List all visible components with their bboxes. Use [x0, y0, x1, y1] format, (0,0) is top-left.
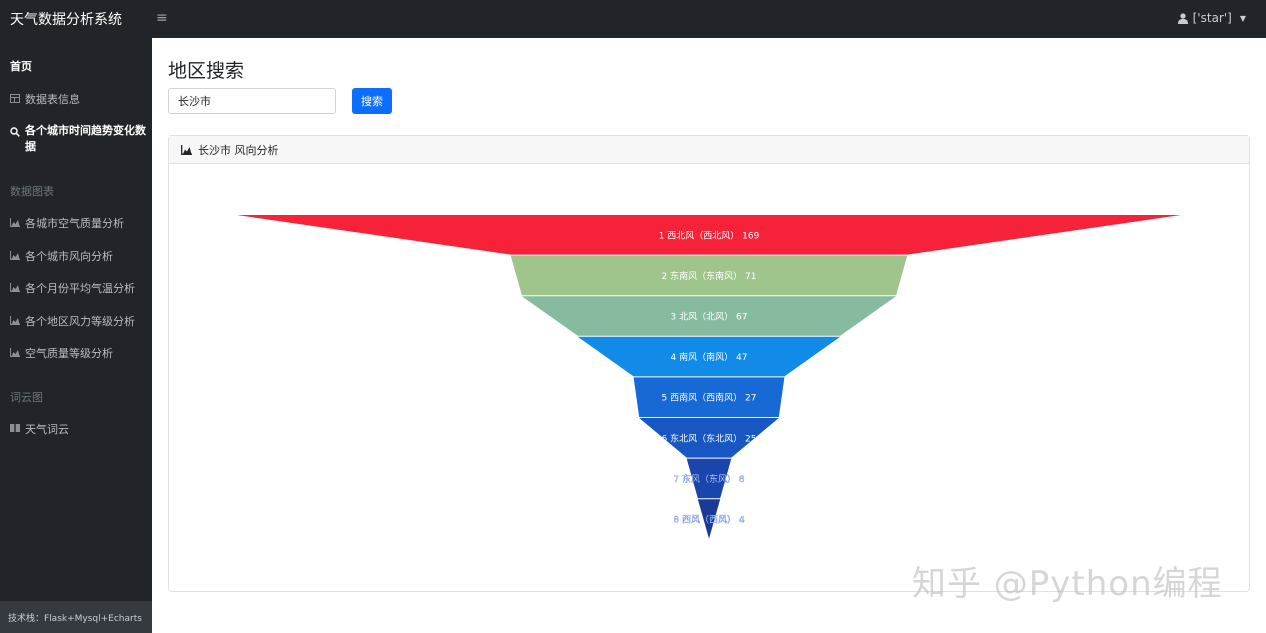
sidebar-item-table-info[interactable]: 数据表信息 [10, 91, 146, 107]
sidebar-item-label: 各个城市风向分析 [25, 250, 113, 263]
funnel-label: 8 西风（西风） 4 [673, 515, 744, 526]
funnel-label: 2 东南风（东南风） 71 [662, 270, 757, 282]
chart-area-icon [10, 216, 20, 228]
top-navbar: 天气数据分析系统 ≡ ['star'] ▼ [0, 0, 1266, 38]
sidebar-item-label: 各个地区风力等级分析 [25, 315, 135, 328]
section-heading-wordcloud: 词云图 [10, 391, 43, 404]
funnel-chart: 1 西北风（西北风） 169 2 东南风（东南风） 71 3 北风（北风） 67 4 … [237, 215, 1181, 539]
card-body: 1 西北风（西北风） 169 2 东南风（东南风） 71 3 北风（北风） 67 4 … [169, 164, 1249, 591]
funnel-label: 4 南风（南风） 47 [671, 351, 748, 363]
sidebar-item-label: 各城市空气质量分析 [25, 217, 124, 230]
user-name: ['star'] [1192, 11, 1232, 25]
funnel-label: 1 西北风（西北风） 169 [659, 230, 760, 241]
sidebar-item-aqi-level[interactable]: 空气质量等级分析 [10, 345, 146, 361]
chart-area-icon [10, 314, 20, 326]
book-icon [10, 422, 20, 434]
search-icon [10, 126, 20, 138]
sidebar-item-label: 各个月份平均气温分析 [25, 282, 135, 295]
sidebar-item-city-trend[interactable]: 各个城市时间趋势变化数据 [10, 123, 146, 155]
table-icon [10, 92, 20, 104]
sidebar-item-weather-cloud[interactable]: 天气词云 [10, 421, 146, 437]
funnel-label: 7 东风（东风） 8 [673, 473, 744, 485]
sidebar-item-label: 各个城市时间趋势变化数据 [25, 124, 146, 153]
card-title: 长沙市 风向分析 [198, 143, 279, 157]
caret-down-icon: ▼ [1239, 13, 1246, 23]
sidebar-item-air-quality[interactable]: 各城市空气质量分析 [10, 215, 146, 231]
funnel-label: 5 西南风（西南风） 27 [662, 392, 757, 404]
user-icon [1177, 12, 1188, 24]
chart-card: 长沙市 风向分析 1 西北风（西北风） 169 2 东南风（东南风） 71 3 北风… [168, 135, 1250, 592]
sidebar-item-label: 空气质量等级分析 [25, 347, 113, 360]
search-button[interactable]: 搜索 [352, 88, 392, 114]
sidebar-item-wind-direction[interactable]: 各个城市风向分析 [10, 248, 146, 264]
sidebar-item-home[interactable]: 首页 [10, 58, 146, 74]
page-title: 地区搜索 [168, 60, 245, 82]
chart-area-icon [10, 249, 20, 261]
sidebar: 首页 数据表信息 各个城市时间趋势变化数据 数据图表 各城市空气质量分析 各个城… [0, 38, 152, 633]
menu-toggle-icon[interactable]: ≡ [156, 10, 168, 26]
sidebar-item-label: 数据表信息 [25, 93, 80, 106]
funnel-label: 3 北风（北风） 67 [671, 312, 748, 323]
chart-area-icon [181, 144, 192, 155]
sidebar-item-label: 首页 [10, 60, 32, 73]
sidebar-item-label: 天气词云 [25, 423, 69, 436]
chart-area-icon [10, 346, 20, 358]
card-header: 长沙市 风向分析 [169, 136, 1249, 164]
search-input[interactable] [168, 88, 336, 114]
sidebar-item-monthly-temp[interactable]: 各个月份平均气温分析 [10, 280, 146, 296]
chart-area-icon [10, 281, 20, 293]
sidebar-item-wind-level[interactable]: 各个地区风力等级分析 [10, 313, 146, 329]
tech-stack-footer: 技术栈：Flask+Mysql+Echarts [0, 601, 152, 633]
section-heading-charts: 数据图表 [10, 185, 54, 198]
user-menu[interactable]: ['star'] ▼ [1177, 11, 1246, 25]
funnel-label: 6 东北风（东北风） 25 [662, 432, 757, 444]
app-title[interactable]: 天气数据分析系统 [10, 9, 122, 29]
